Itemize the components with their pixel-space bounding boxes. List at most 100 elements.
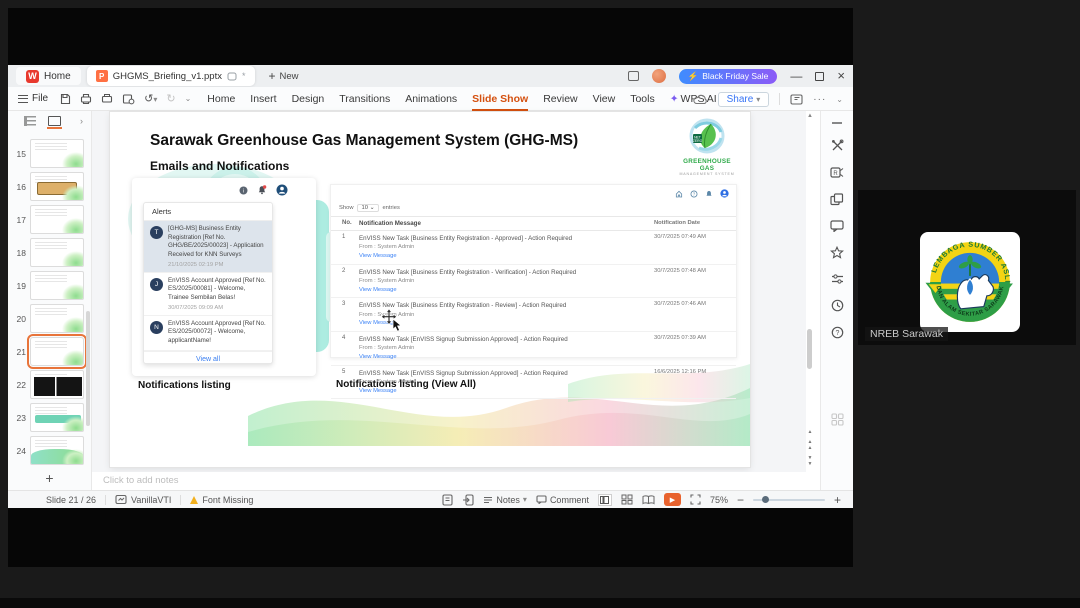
outline-view-icon[interactable] xyxy=(24,116,36,126)
slide-thumbnail-row-20[interactable]: 20 xyxy=(8,302,91,335)
scroll-down-icon[interactable]: ▲ xyxy=(808,429,813,435)
view-message-link[interactable]: View Message xyxy=(359,286,648,295)
slide-thumbnail-22[interactable] xyxy=(30,370,84,399)
slide-thumbnail-row-18[interactable]: 18 xyxy=(8,236,91,269)
comment-icon[interactable] xyxy=(830,220,844,232)
collapse-ribbon-icon[interactable]: ⌄ xyxy=(836,95,843,104)
wps-home-tab[interactable]: W Home xyxy=(16,67,81,85)
star-icon[interactable] xyxy=(830,246,844,259)
menu-tools[interactable]: Tools xyxy=(630,93,655,105)
zoom-value[interactable]: 75% xyxy=(710,495,728,505)
menu-transitions[interactable]: Transitions xyxy=(339,93,390,105)
print-icon[interactable] xyxy=(101,93,113,105)
minimize-button[interactable]: — xyxy=(790,70,802,82)
slide-thumbnail-19[interactable] xyxy=(30,271,84,300)
slide-thumbnail-row-16[interactable]: 16 xyxy=(8,170,91,203)
handout-export-icon[interactable] xyxy=(462,493,474,506)
slide-21[interactable]: Sarawak Greenhouse Gas Management System… xyxy=(110,112,750,467)
slide-thumbnail-21[interactable] xyxy=(27,334,87,369)
menu-review[interactable]: Review xyxy=(543,93,577,105)
slide-thumbnail-row-17[interactable]: 17 xyxy=(8,203,91,236)
document-tab[interactable]: P GHGMS_Briefing_v1.pptx * xyxy=(86,66,255,86)
settings-sliders-icon[interactable] xyxy=(831,273,844,285)
panel-scrollbar[interactable] xyxy=(86,311,90,426)
promo-button[interactable]: ⚡ Black Friday Sale xyxy=(678,68,778,84)
animation-icon[interactable]: R xyxy=(830,166,844,179)
layout-toggle-icon[interactable] xyxy=(627,71,639,81)
zoom-in-button[interactable]: + xyxy=(834,493,841,507)
comment-toggle[interactable]: Comment xyxy=(536,495,589,505)
slide-thumbnail-row-15[interactable]: 15 xyxy=(8,137,91,170)
zoom-slider-thumb[interactable] xyxy=(761,496,769,503)
slideshow-play-button[interactable]: ▶ xyxy=(663,493,681,506)
notification-row[interactable]: 2 EnVISS New Task [Business Entity Regist… xyxy=(331,265,736,299)
slide-thumbnail-23[interactable] xyxy=(30,403,84,432)
slide-sorter-button[interactable] xyxy=(621,494,633,505)
scrollbar-thumb[interactable] xyxy=(807,329,812,369)
menu-home[interactable]: Home xyxy=(207,93,235,105)
zoom-slider[interactable] xyxy=(752,496,825,503)
slide-thumbnail-20[interactable] xyxy=(30,304,84,333)
fit-screen-icon[interactable] xyxy=(690,494,701,505)
history-clock-icon[interactable] xyxy=(831,299,844,312)
account-avatar[interactable] xyxy=(651,69,666,83)
more-options-icon[interactable]: ··· xyxy=(813,94,826,105)
slide-thumbnail-row-24[interactable]: 24 xyxy=(8,434,91,467)
output-icon[interactable] xyxy=(80,93,92,105)
notes-pane[interactable]: Click to add notes xyxy=(92,472,806,490)
alert-item[interactable]: T [GHG-MS] Business Entity Registration [… xyxy=(144,221,272,273)
slide-thumbnail-18[interactable] xyxy=(30,238,84,267)
add-slide-button[interactable]: + xyxy=(8,470,91,486)
quickbar-more-icon[interactable]: ⌄ xyxy=(185,94,192,103)
new-document-tab[interactable]: + New xyxy=(269,69,299,83)
normal-view-button[interactable] xyxy=(597,493,612,506)
file-menu[interactable]: File xyxy=(18,93,48,104)
slide-thumbnail-row-21[interactable]: 21 xyxy=(8,334,91,369)
shapes-icon[interactable] xyxy=(830,193,844,206)
close-button[interactable]: × xyxy=(837,69,845,82)
menu-animations[interactable]: Animations xyxy=(405,93,457,105)
reading-view-button[interactable] xyxy=(642,494,655,505)
help-icon[interactable]: ? xyxy=(831,326,844,339)
save-icon[interactable] xyxy=(60,93,71,105)
menu-slide-show[interactable]: Slide Show xyxy=(472,93,529,111)
slide-thumbnail-16[interactable] xyxy=(30,172,84,201)
pane-toggle-icon[interactable] xyxy=(790,93,803,105)
print-preview-icon[interactable] xyxy=(122,93,135,105)
slide-thumbnail-row-19[interactable]: 19 xyxy=(8,269,91,302)
slide-thumbnail-15[interactable] xyxy=(30,139,84,168)
collapse-sidebar-icon[interactable] xyxy=(831,121,843,125)
slide-thumbnail-row-23[interactable]: 23 xyxy=(8,401,91,434)
redo-icon[interactable]: ↻ xyxy=(166,92,175,105)
menu-insert[interactable]: Insert xyxy=(250,93,276,105)
slide-setup-icon[interactable] xyxy=(442,493,453,506)
menu-design[interactable]: Design xyxy=(292,93,325,105)
notification-row[interactable]: 1 EnVISS New Task [Business Entity Regist… xyxy=(331,231,736,265)
share-button[interactable]: Share ▾ xyxy=(717,91,770,107)
cloud-sync-icon[interactable] xyxy=(692,94,708,105)
notes-toggle[interactable]: Notes ▾ xyxy=(483,495,527,505)
slide-thumbnail-24[interactable] xyxy=(30,436,84,465)
theme-name[interactable]: VanillaVTI xyxy=(131,495,171,505)
alert-item[interactable]: N EnVISS Account Approved [Ref No. ES/202… xyxy=(144,316,272,351)
restore-button[interactable] xyxy=(815,71,825,81)
zoom-out-button[interactable]: − xyxy=(737,493,744,507)
slide-thumbnail-row-22[interactable]: 22 xyxy=(8,368,91,401)
document-scrollbar[interactable]: ▲ ▲ ▲ ▲ ▼ ▼ xyxy=(806,111,814,490)
slide-thumbnail-17[interactable] xyxy=(30,205,84,234)
collapse-panel-icon[interactable]: › xyxy=(80,116,83,126)
alert-item[interactable]: J EnVISS Account Approved [Ref No. ES/202… xyxy=(144,273,272,316)
view-message-link[interactable]: View Message xyxy=(359,252,648,261)
menu-view[interactable]: View xyxy=(593,93,616,105)
font-missing-label[interactable]: Font Missing xyxy=(202,495,253,505)
notification-row[interactable]: 4 EnVISS New Task [EnVISS Signup Submissi… xyxy=(331,332,736,366)
next-slide-icon[interactable]: ▼ ▼ xyxy=(808,455,813,467)
tools-icon[interactable] xyxy=(831,139,844,152)
undo-icon[interactable]: ↺▾ xyxy=(144,92,157,105)
apps-grid-icon[interactable] xyxy=(830,413,844,426)
view-message-link[interactable]: View Message xyxy=(359,353,648,362)
participant-video-tile[interactable]: LEMBAGA SUMBER ASLI DAN ALAM SEKITAR SAR… xyxy=(858,190,1076,345)
thumbnail-view-icon[interactable] xyxy=(47,116,62,129)
previous-slide-icon[interactable]: ▲ ▲ xyxy=(808,439,813,451)
scroll-up-icon[interactable]: ▲ xyxy=(806,113,814,119)
